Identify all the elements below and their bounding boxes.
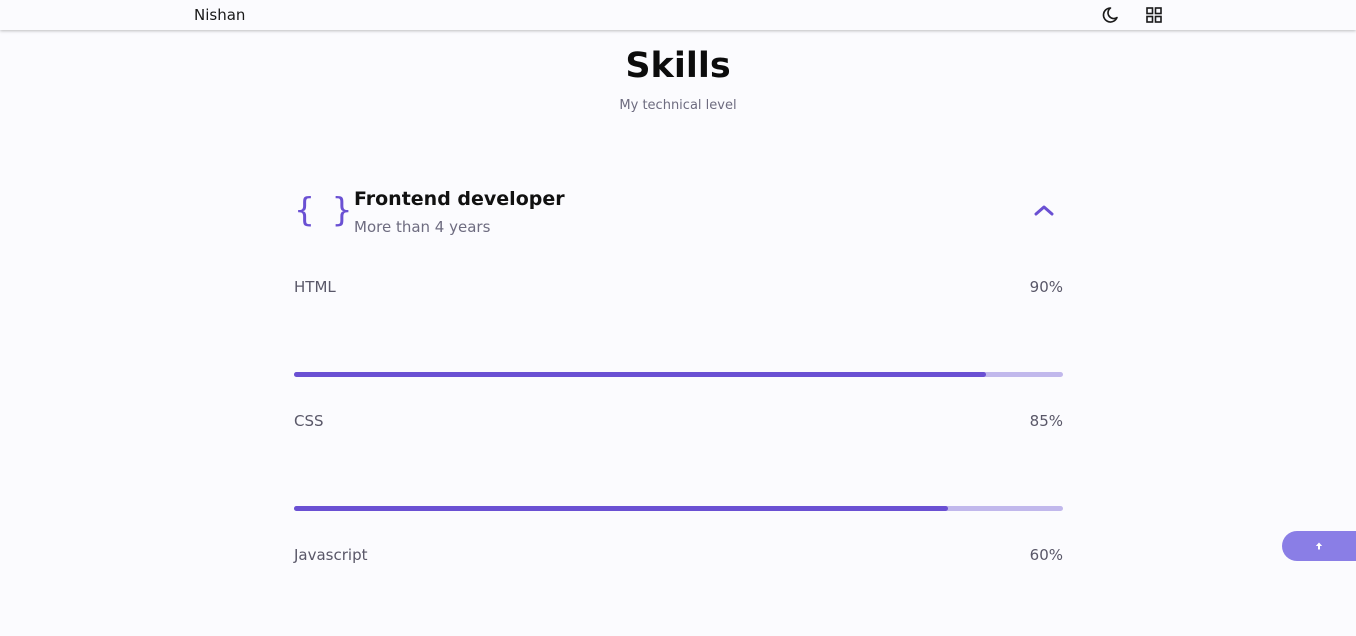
skills-group-subtitle: More than 4 years — [354, 218, 491, 236]
skill-name: HTML — [294, 278, 336, 296]
skill-bar — [294, 506, 1063, 511]
moon-icon[interactable] — [1100, 5, 1120, 25]
skill-percentage: 90% — [1029, 278, 1063, 296]
section-title: Skills — [625, 46, 731, 86]
skill-percentage: 85% — [1029, 412, 1063, 430]
grid-icon[interactable] — [1144, 5, 1164, 25]
section-subtitle: My technical level — [619, 98, 737, 113]
site-header: Nishan — [0, 0, 1356, 30]
skill-name: CSS — [294, 412, 324, 430]
skill-bar-fill — [294, 506, 948, 511]
skill-bar — [294, 372, 1063, 377]
skill-bar-fill — [294, 372, 987, 377]
arrow-up-icon — [1315, 542, 1323, 550]
scroll-up-button[interactable] — [1282, 531, 1356, 561]
skills-group-title: Frontend developer — [354, 188, 565, 210]
chevron-up-icon[interactable] — [1033, 202, 1055, 216]
braces-icon: { } — [294, 190, 356, 229]
skill-name: Javascript — [294, 546, 368, 564]
skills-group-header[interactable]: { } Frontend developer More than 4 years — [294, 182, 1063, 242]
logo-link[interactable]: Nishan — [194, 6, 245, 24]
skill-percentage: 60% — [1029, 546, 1063, 564]
